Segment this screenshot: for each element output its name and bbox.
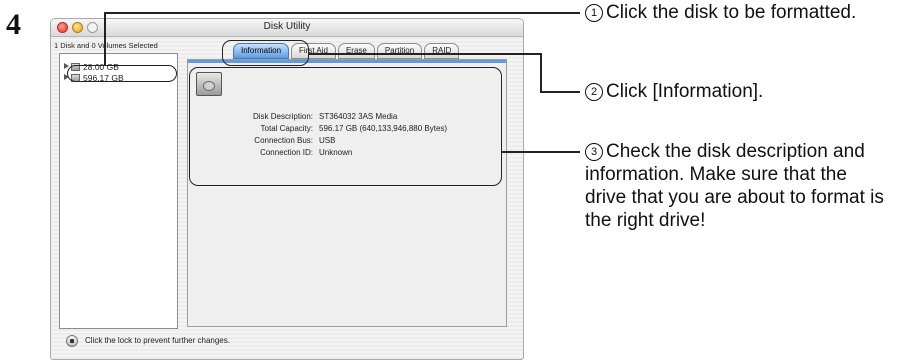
- leader-line-2-vertical: [540, 53, 542, 92]
- window-title: Disk Utility: [263, 21, 311, 32]
- leader-line-3: [502, 151, 580, 153]
- annotation-1: 1 Click the disk to be formatted.: [585, 1, 875, 24]
- tab-raid[interactable]: RAID: [424, 43, 460, 59]
- annotation-text: Click the disk to be formatted.: [606, 2, 857, 23]
- title-bar[interactable]: Disk Utility: [51, 19, 523, 37]
- leader-line-2-top: [309, 53, 542, 55]
- lock-row: Click the lock to prevent further change…: [66, 335, 230, 347]
- step-marker-2: 2: [585, 83, 603, 101]
- leader-line-1-vertical: [104, 12, 106, 66]
- callout-disk-highlight: [67, 65, 177, 82]
- step-number: 4: [6, 8, 21, 41]
- leader-line-1-horizontal: [104, 12, 580, 14]
- callout-tab-highlight: [222, 40, 309, 66]
- tab-erase[interactable]: Erase: [337, 43, 375, 59]
- annotation-text: Check the disk description and informati…: [585, 141, 884, 231]
- annotation-2: 2 Click [Information].: [585, 80, 875, 103]
- step-marker-3: 3: [585, 143, 603, 161]
- annotation-text: Click [Information].: [606, 81, 764, 102]
- step-marker-1: 1: [585, 4, 603, 22]
- lock-icon[interactable]: [66, 335, 78, 347]
- annotation-3: 3 Check the disk description and informat…: [585, 140, 891, 232]
- disk-list: 28.00 GB 596.17 GB: [59, 53, 178, 329]
- leader-line-2-bottom: [540, 91, 580, 93]
- lock-text: Click the lock to prevent further change…: [85, 336, 230, 346]
- callout-info-highlight: [189, 67, 502, 186]
- tab-partition[interactable]: Partition: [376, 43, 423, 59]
